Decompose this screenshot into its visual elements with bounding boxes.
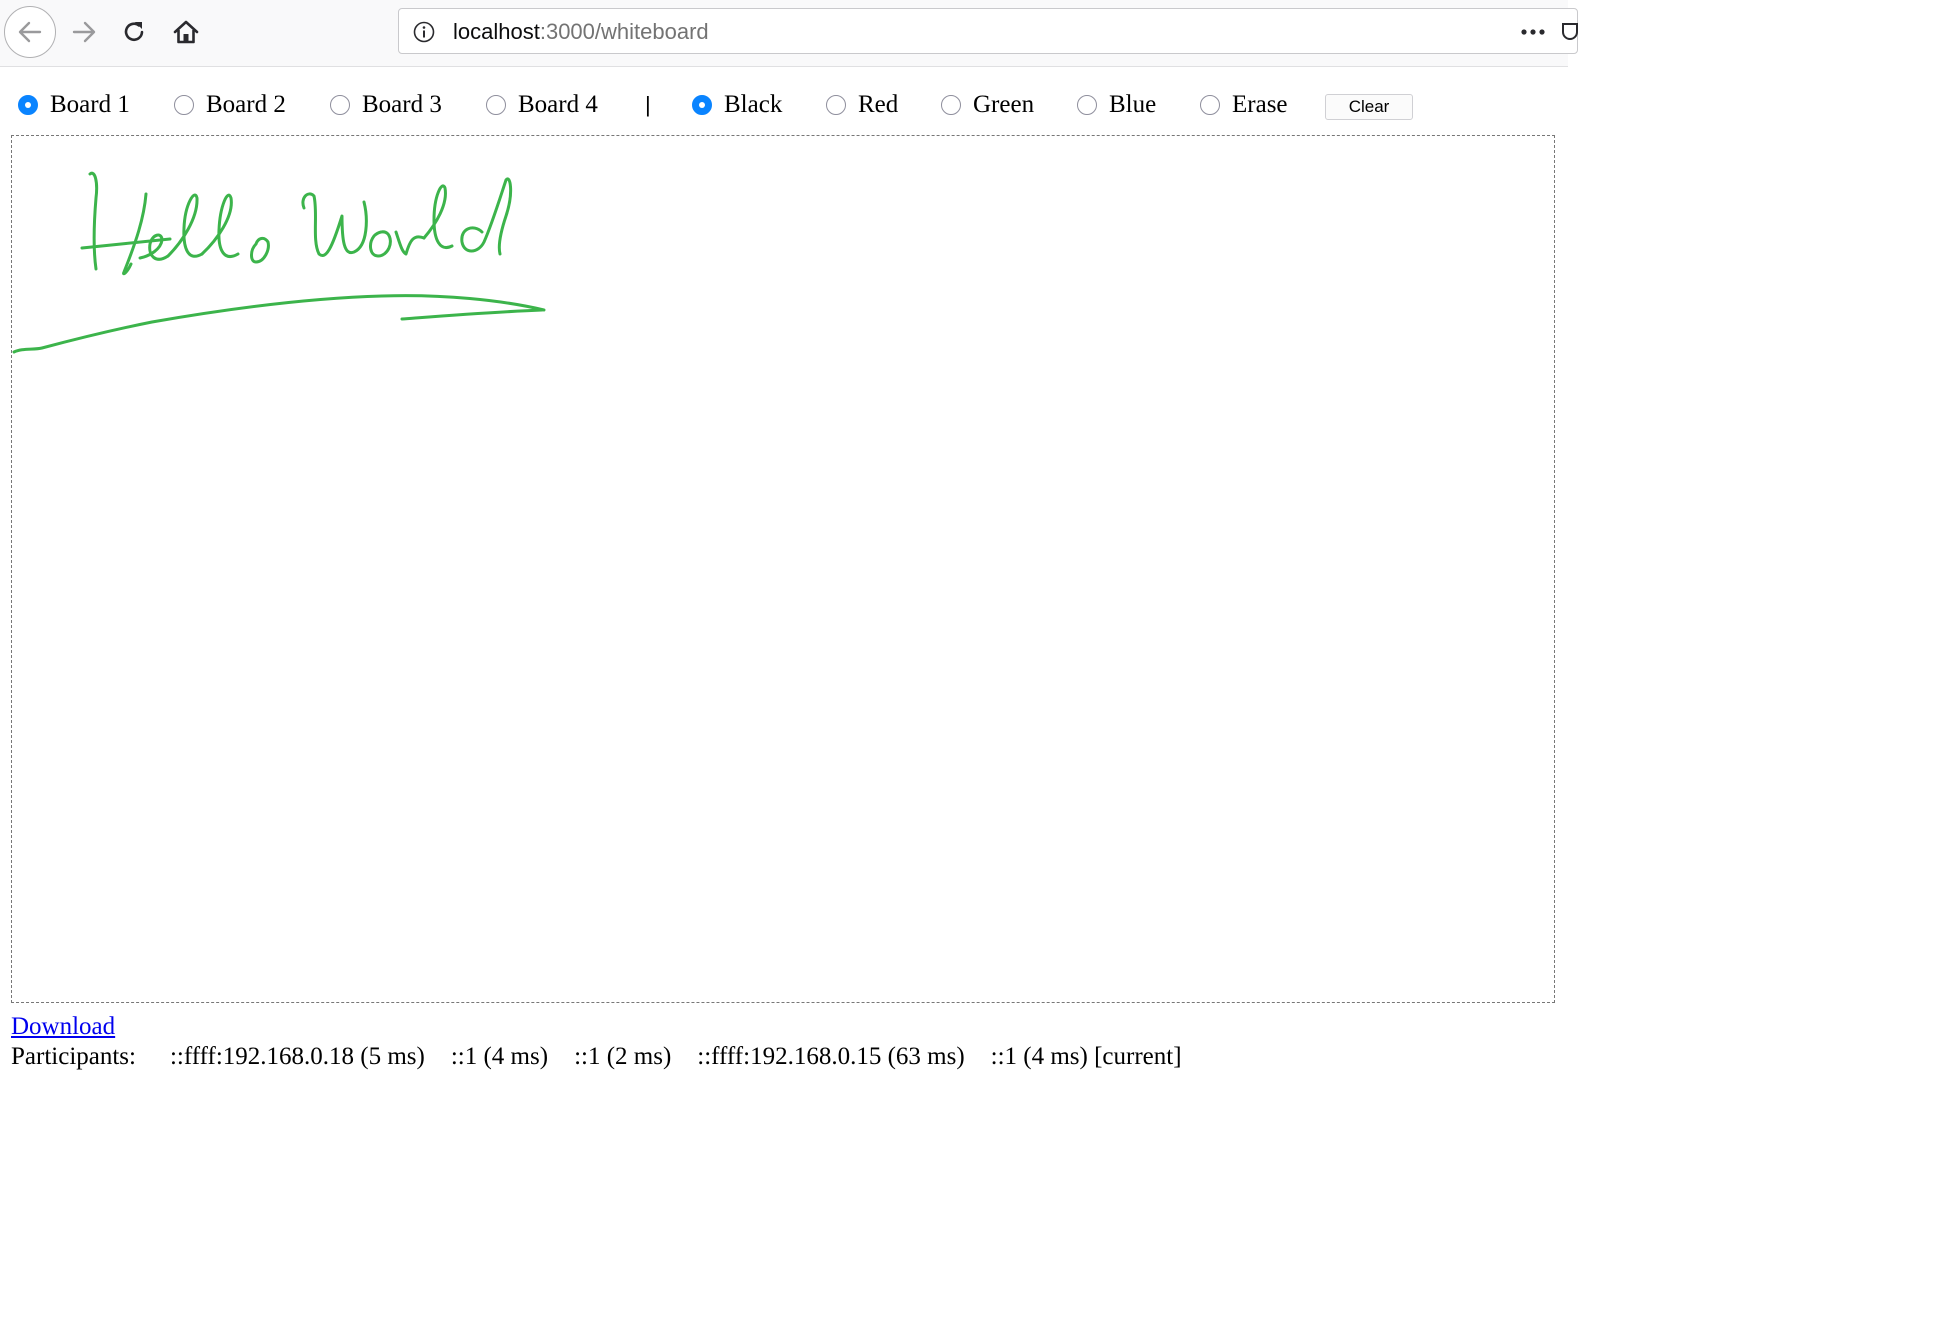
arrow-left-icon	[18, 21, 42, 43]
color-option-blue[interactable]: Blue	[1077, 88, 1156, 122]
url-path: :3000/whiteboard	[539, 19, 709, 44]
ink-stroke-o	[250, 236, 270, 264]
clear-button[interactable]: Clear	[1325, 94, 1413, 120]
ink-stroke-d	[460, 177, 513, 256]
color-blue-radio[interactable]	[1077, 95, 1097, 115]
board-4-label: Board 4	[518, 91, 598, 118]
board-3-label: Board 3	[362, 91, 442, 118]
participant-item: ::1 (4 ms)	[450, 1043, 549, 1070]
board-1-label: Board 1	[50, 91, 130, 118]
arrow-right-icon	[72, 21, 96, 43]
url-text[interactable]: localhost:3000/whiteboard	[453, 19, 709, 45]
forward-button[interactable]	[64, 12, 104, 52]
url-host: localhost	[453, 19, 540, 44]
participants-list: Participants: ::ffff:192.168.0.18 (5 ms)…	[11, 1042, 1208, 1072]
participant-item: ::1 (2 ms)	[574, 1043, 672, 1070]
board-option-3[interactable]: Board 3	[330, 88, 442, 122]
board-3-radio[interactable]	[330, 95, 350, 115]
board-2-label: Board 2	[206, 91, 286, 118]
ink-stroke-l2	[200, 193, 240, 258]
participant-item: ::1 (4 ms) [current]	[990, 1043, 1182, 1070]
ink-stroke-w	[301, 192, 368, 257]
reload-button[interactable]	[114, 12, 154, 52]
board-option-1[interactable]: Board 1	[18, 88, 130, 122]
board-4-radio[interactable]	[486, 95, 506, 115]
browser-toolbar: localhost:3000/whiteboard	[0, 0, 1578, 67]
back-button[interactable]	[4, 6, 56, 58]
download-link[interactable]: Download	[11, 1012, 115, 1042]
ink-stroke-underline-tail	[400, 308, 544, 321]
ink-stroke-h-left	[88, 171, 99, 271]
pocket-icon[interactable]	[1559, 21, 1579, 43]
ink-stroke-r	[394, 230, 426, 256]
home-icon	[173, 20, 199, 44]
ink-stroke-underline	[12, 294, 546, 354]
whiteboard-toolbar: Board 1 Board 2 Board 3 Board 4 | Black …	[0, 82, 1568, 128]
board-1-radio[interactable]	[18, 95, 38, 115]
color-option-red[interactable]: Red	[826, 88, 898, 122]
ink-stroke-h-right	[122, 192, 148, 276]
ink-stroke-l1	[166, 193, 204, 258]
color-option-erase[interactable]: Erase	[1200, 88, 1288, 122]
color-green-radio[interactable]	[941, 95, 961, 115]
home-button[interactable]	[166, 12, 206, 52]
ink-stroke-l3	[422, 184, 454, 249]
color-red-label: Red	[858, 91, 899, 118]
participant-item: ::ffff:192.168.0.15 (63 ms)	[697, 1043, 965, 1070]
color-black-radio[interactable]	[692, 95, 712, 115]
board-option-4[interactable]: Board 4	[486, 88, 598, 122]
color-green-label: Green	[973, 91, 1035, 118]
ink-stroke-o2	[369, 230, 392, 258]
whiteboard-drawing	[12, 171, 546, 354]
board-option-2[interactable]: Board 2	[174, 88, 286, 122]
color-option-black[interactable]: Black	[692, 88, 782, 122]
whiteboard-canvas[interactable]	[11, 135, 1555, 1003]
color-option-green[interactable]: Green	[941, 88, 1034, 122]
reload-icon	[124, 22, 144, 41]
board-2-radio[interactable]	[174, 95, 194, 115]
toolbar-separator: |	[645, 92, 651, 117]
color-red-radio[interactable]	[826, 95, 846, 115]
more-actions-icon[interactable]	[1519, 22, 1549, 42]
color-blue-label: Blue	[1109, 91, 1157, 118]
color-black-label: Black	[724, 91, 783, 118]
participants-label: Participants:	[11, 1043, 136, 1070]
participant-item: ::ffff:192.168.0.18 (5 ms)	[169, 1043, 425, 1070]
erase-radio[interactable]	[1200, 95, 1220, 115]
erase-label: Erase	[1232, 91, 1288, 118]
address-bar[interactable]: localhost:3000/whiteboard	[398, 8, 1578, 54]
info-icon[interactable]	[413, 21, 435, 43]
